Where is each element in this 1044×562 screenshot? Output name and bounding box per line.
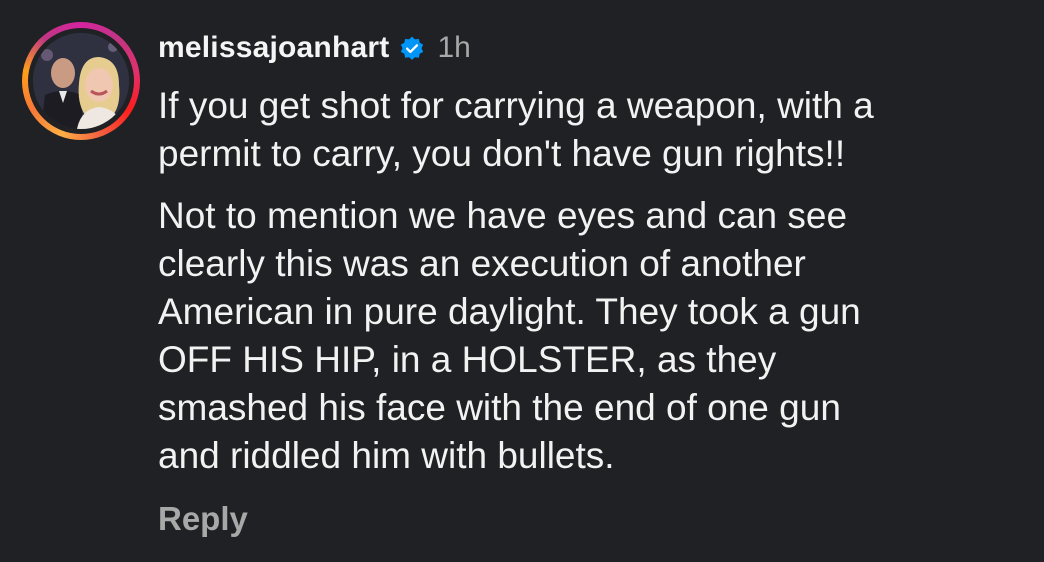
username[interactable]: melissajoanhart	[158, 31, 389, 65]
text-line: and riddled him with bullets.	[158, 435, 615, 476]
text-line: smashed his face with the end of one gun	[158, 387, 841, 428]
avatar-photo	[33, 33, 129, 129]
comment-paragraph: If you get shot for carrying a weapon, w…	[158, 82, 1028, 178]
text-line: American in pure daylight. They took a g…	[158, 291, 861, 332]
text-line: permit to carry, you don't have gun righ…	[158, 133, 846, 174]
text-line: clearly this was an execution of another	[158, 243, 806, 284]
timestamp: 1h	[437, 31, 471, 64]
comment-paragraph: Not to mention we have eyes and can see …	[158, 192, 1028, 480]
story-ring[interactable]	[22, 22, 140, 140]
text-line: If you get shot for carrying a weapon, w…	[158, 85, 874, 126]
avatar[interactable]	[33, 33, 129, 129]
comment-header: melissajoanhart 1h	[158, 28, 471, 68]
reply-button[interactable]: Reply	[158, 500, 248, 538]
verified-badge-icon	[401, 36, 424, 60]
comment: melissajoanhart 1h If you get shot for c…	[0, 0, 1044, 562]
comment-text: If you get shot for carrying a weapon, w…	[158, 82, 1028, 480]
text-line: Not to mention we have eyes and can see	[158, 195, 848, 236]
text-line: OFF HIS HIP, in a HOLSTER, as they	[158, 339, 777, 380]
